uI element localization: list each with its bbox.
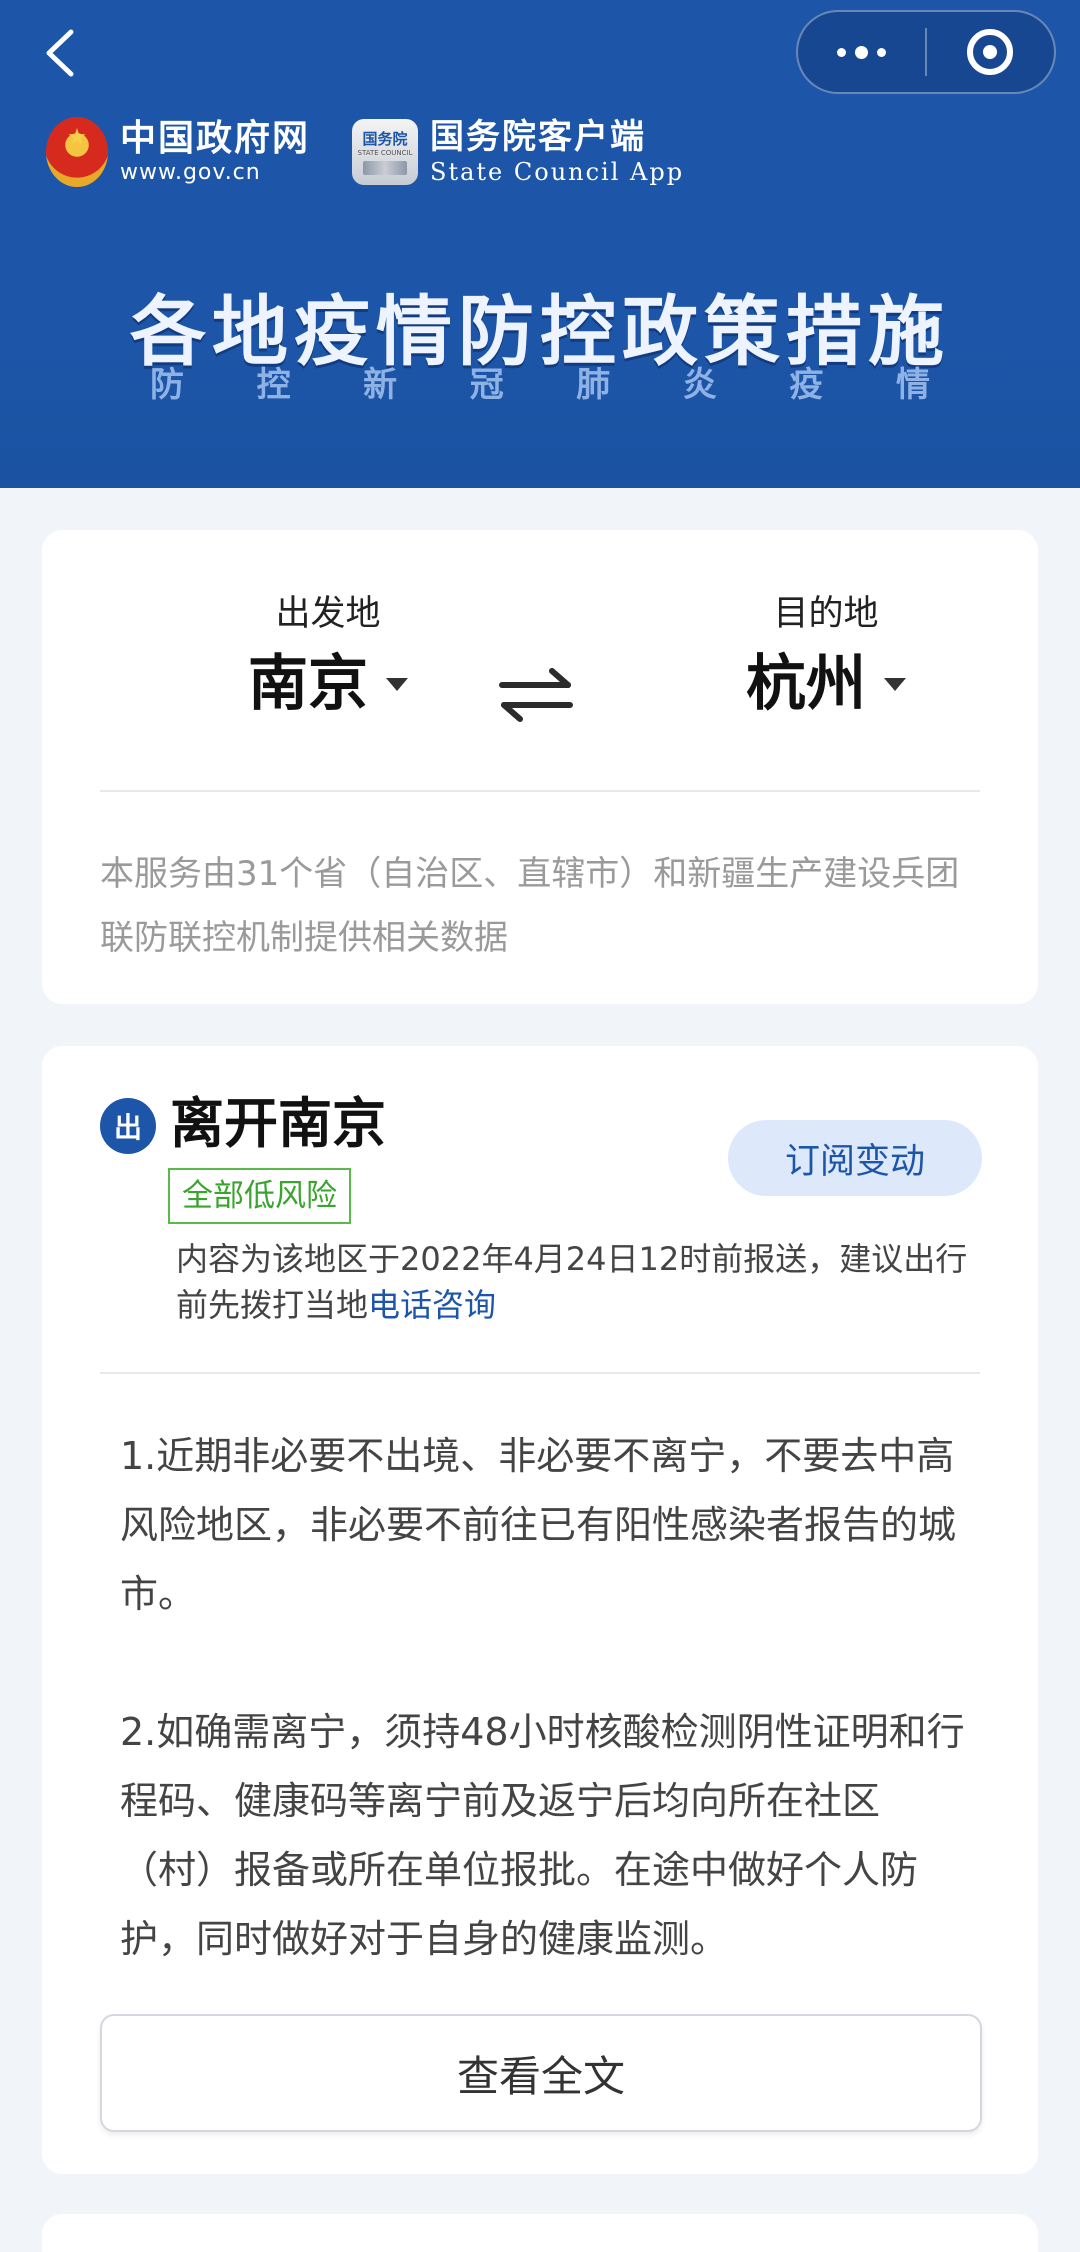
leave-policy-card: 出 离开南京 全部低风险 订阅变动 内容为该地区于2022年4月24日12时前报…: [42, 1046, 1038, 2174]
app-icon-subtext: STATE COUNCIL: [357, 148, 413, 157]
app-icon-building: [363, 160, 408, 175]
app-root: 中国政府网 www.gov.cn 国务院 STATE COUNCIL 国务院客户…: [0, 0, 1080, 2252]
back-button[interactable]: [30, 18, 90, 88]
caret-down-icon: [884, 677, 906, 691]
gov-site-name: 中国政府网: [120, 118, 311, 159]
state-council-app-logo: 国务院客户端 State Council App: [430, 117, 684, 187]
risk-level-tag: 全部低风险: [168, 1168, 351, 1224]
departure-label: 出发地: [275, 594, 381, 634]
divider: [100, 790, 980, 792]
policy-item: 2.如确需离宁，须持48小时核酸检测阴性证明和行程码、健康码等离宁前及返宁后均向…: [120, 1710, 965, 1961]
data-source-note: 本服务由31个省（自治区、直辖市）和新疆生产建设兵团联防联控机制提供相关数据: [100, 854, 960, 958]
gov-site-logo: 中国政府网 www.gov.cn: [120, 118, 310, 186]
policy-content: 1.近期非必要不出境、非必要不离宁，不要去中高风险地区，非必要不前往已有阳性感染…: [120, 1422, 968, 1974]
swap-button[interactable]: [498, 667, 574, 723]
app-name-en: State Council App: [430, 158, 685, 186]
subtitle-char: 情: [895, 365, 930, 405]
report-note: 内容为该地区于2022年4月24日12时前报送，建议出行前先拨打当地电话咨询: [176, 1236, 978, 1328]
destination-city-select[interactable]: 杭州: [746, 644, 906, 724]
departure-column: 出发地 南京: [178, 592, 478, 724]
leave-title: 离开南京: [170, 1092, 386, 1155]
route-card: 出发地 南京 目的地 杭州 本服务由31个省（自治区、直辖市）和新疆生产建设兵团…: [42, 530, 1038, 1004]
app-name: 国务院客户端: [430, 117, 647, 157]
chevron-left-icon: [46, 29, 74, 77]
target-icon: [967, 29, 1014, 75]
more-dots-icon: [837, 45, 886, 59]
subtitle-char: 炎: [682, 365, 717, 405]
page-subtitle: 防 控 新 冠 肺 炎 疫 情: [150, 357, 930, 406]
subscribe-changes-button[interactable]: 订阅变动: [728, 1120, 982, 1196]
subtitle-char: 疫: [789, 365, 824, 405]
app-icon-text: 国务院: [362, 129, 408, 148]
destination-city: 杭州: [746, 649, 866, 719]
national-emblem-icon: [46, 117, 108, 187]
policy-item: 1.近期非必要不出境、非必要不离宁，不要去中高风险地区，非必要不前往已有阳性感染…: [120, 1434, 957, 1616]
phone-consult-link[interactable]: 电话咨询: [368, 1286, 496, 1324]
destination-column: 目的地 杭州: [676, 592, 976, 724]
state-council-app-icon: 国务院 STATE COUNCIL: [352, 119, 419, 185]
subtitle-char: 控: [256, 365, 291, 405]
subtitle-char: 肺: [576, 365, 611, 405]
gov-site-url: www.gov.cn: [120, 160, 261, 185]
departure-city-select[interactable]: 南京: [248, 644, 408, 724]
header-banner: 中国政府网 www.gov.cn 国务院 STATE COUNCIL 国务院客户…: [0, 0, 1080, 488]
caret-down-icon: [386, 677, 408, 691]
destination-label: 目的地: [773, 594, 879, 634]
logo-row: 中国政府网 www.gov.cn 国务院 STATE COUNCIL 国务院客户…: [46, 112, 684, 192]
view-full-text-button[interactable]: 查看全文: [100, 2014, 982, 2132]
subtitle-char: 防: [150, 365, 184, 405]
close-miniapp-button[interactable]: [927, 12, 1054, 92]
miniapp-capsule: [796, 10, 1056, 94]
next-card: [42, 2214, 1038, 2252]
swap-arrows-icon: [499, 668, 573, 722]
report-note-text: 内容为该地区于2022年4月24日12时前报送，建议出行前先拨打当地: [176, 1240, 968, 1324]
subtitle-char: 冠: [469, 365, 504, 405]
departure-badge-icon: 出: [100, 1098, 156, 1154]
divider: [100, 1372, 980, 1374]
departure-city: 南京: [248, 649, 368, 719]
more-button[interactable]: [798, 12, 925, 92]
subtitle-char: 新: [363, 365, 398, 405]
